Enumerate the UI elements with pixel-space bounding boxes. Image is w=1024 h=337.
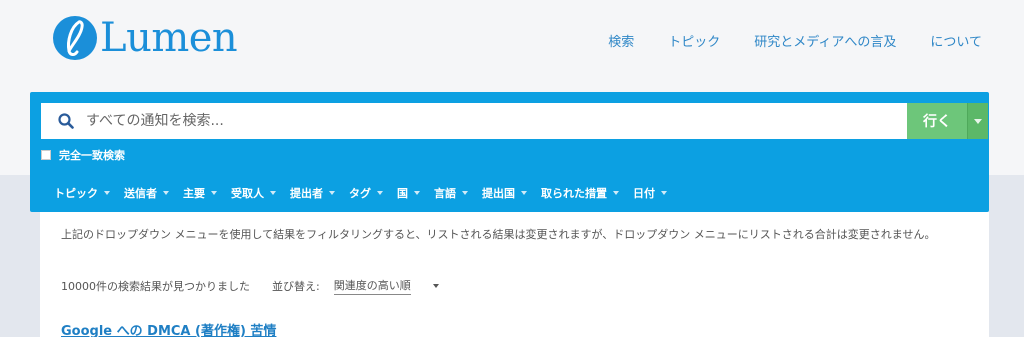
go-options-dropdown[interactable] bbox=[967, 103, 988, 139]
caret-down-icon bbox=[329, 191, 335, 195]
nav-link-topics[interactable]: トピック bbox=[668, 31, 720, 50]
exact-match-label: 完全一致検索 bbox=[59, 149, 125, 162]
nav-link-about[interactable]: について bbox=[930, 31, 982, 50]
results-card: 上記のドロップダウン メニューを使用して結果をフィルタリングすると、リストされる… bbox=[40, 212, 989, 337]
caret-down-icon bbox=[414, 191, 420, 195]
filter-tag[interactable]: タグ bbox=[349, 185, 383, 201]
filter-recipient[interactable]: 受取人 bbox=[231, 185, 276, 201]
go-button[interactable]: 行く bbox=[907, 103, 967, 139]
filter-label: タグ bbox=[349, 187, 371, 200]
nav-link-research-media[interactable]: 研究とメディアへの言及 bbox=[754, 31, 896, 50]
caret-down-icon bbox=[661, 191, 667, 195]
filter-action-taken[interactable]: 取られた措置 bbox=[541, 185, 619, 201]
filter-bar: トピック 送信者 主要 受取人 提出者 タグ 国 言語 提出国 取られた措置 日… bbox=[54, 185, 681, 201]
main-nav: 検索 トピック 研究とメディアへの言及 について bbox=[608, 31, 982, 50]
filter-sender[interactable]: 送信者 bbox=[124, 185, 169, 201]
caret-down-icon bbox=[104, 191, 110, 195]
filter-label: 送信者 bbox=[124, 187, 157, 200]
caret-down-icon bbox=[211, 191, 217, 195]
caret-down-icon bbox=[974, 118, 982, 124]
filter-language[interactable]: 言語 bbox=[434, 185, 468, 201]
filter-submitter-country[interactable]: 提出国 bbox=[482, 185, 527, 201]
filter-country[interactable]: 国 bbox=[397, 185, 420, 201]
lumen-logo[interactable]: Lumen bbox=[52, 8, 238, 68]
filter-label: 言語 bbox=[434, 187, 456, 200]
caret-down-icon bbox=[270, 191, 276, 195]
site-header: Lumen 検索 トピック 研究とメディアへの言及 について bbox=[0, 0, 1024, 92]
filter-label: トピック bbox=[54, 187, 98, 200]
results-count: 10000件の検索結果が見つかりました bbox=[61, 280, 250, 293]
sort-select[interactable]: 関連度の高い順 bbox=[333, 277, 411, 295]
filter-note: 上記のドロップダウン メニューを使用して結果をフィルタリングすると、リストされる… bbox=[61, 228, 936, 241]
exact-match-option[interactable]: 完全一致検索 bbox=[41, 147, 125, 163]
brand-name: Lumen bbox=[100, 15, 238, 61]
lumen-logo-mark-icon bbox=[53, 16, 97, 60]
search-box bbox=[41, 103, 907, 139]
filter-label: 受取人 bbox=[231, 187, 264, 200]
filter-label: 主要 bbox=[183, 187, 205, 200]
results-meta: 10000件の検索結果が見つかりました 並び替え: 関連度の高い順 bbox=[61, 277, 439, 295]
filter-label: 提出国 bbox=[482, 187, 515, 200]
search-input[interactable] bbox=[86, 104, 866, 138]
filter-label: 提出者 bbox=[290, 187, 323, 200]
filter-label: 国 bbox=[397, 187, 408, 200]
caret-down-icon bbox=[377, 191, 383, 195]
filter-submitter[interactable]: 提出者 bbox=[290, 185, 335, 201]
caret-down-icon bbox=[613, 191, 619, 195]
result-title-link[interactable]: Google への DMCA (著作権) 苦情 bbox=[61, 320, 276, 337]
filter-date[interactable]: 日付 bbox=[633, 185, 667, 201]
filter-topic[interactable]: トピック bbox=[54, 185, 110, 201]
nav-link-search[interactable]: 検索 bbox=[608, 31, 634, 50]
search-panel: 行く 完全一致検索 トピック 送信者 主要 受取人 提出者 タグ 国 言語 提出… bbox=[30, 92, 989, 212]
filter-label: 取られた措置 bbox=[541, 187, 607, 200]
sort-label: 並び替え: bbox=[272, 280, 320, 293]
caret-down-icon bbox=[521, 191, 527, 195]
exact-match-checkbox[interactable] bbox=[41, 150, 51, 160]
search-bar: 行く bbox=[41, 103, 989, 139]
search-icon bbox=[48, 103, 84, 139]
caret-down-icon bbox=[462, 191, 468, 195]
caret-down-icon bbox=[163, 191, 169, 195]
sort-caret-down-icon[interactable] bbox=[432, 284, 439, 288]
filter-label: 日付 bbox=[633, 187, 655, 200]
filter-principal[interactable]: 主要 bbox=[183, 185, 217, 201]
